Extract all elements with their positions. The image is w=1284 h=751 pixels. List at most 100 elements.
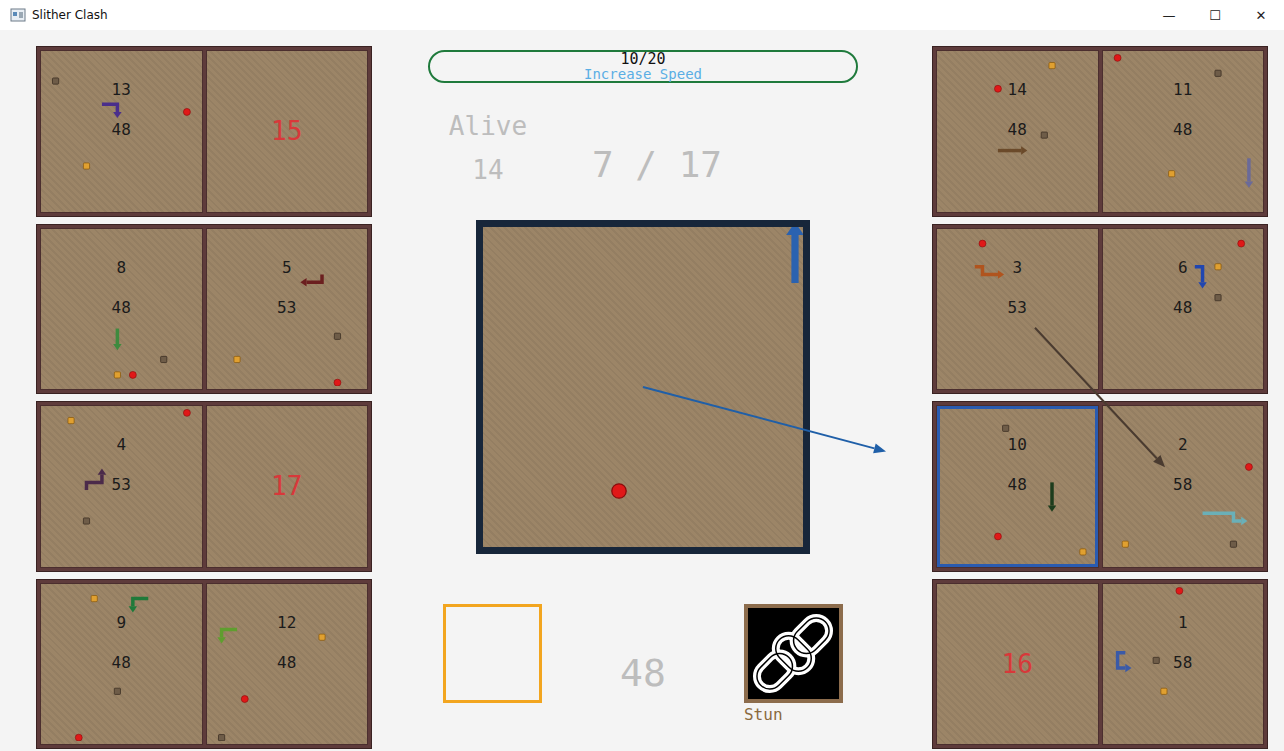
score: 7 / 17 [592,145,722,185]
apple [1245,463,1252,470]
window-title: Slither Clash [32,8,108,22]
window-control-button[interactable]: ✕ [1238,0,1284,30]
window-controls: —☐✕ [1146,0,1284,30]
player-number: 10 [1008,435,1027,455]
player-board[interactable]: 6 48 [1102,228,1265,391]
hud: 48 Stun [443,604,843,725]
player-board[interactable]: 4 53 [40,405,203,568]
player-board[interactable]: 9 48 [40,583,203,746]
rock [1041,132,1047,138]
player-board[interactable]: 14 48 [936,50,1099,213]
rock [1214,294,1220,300]
item-slot[interactable] [443,604,542,703]
snake [113,328,121,350]
apple [333,379,340,386]
chain-icon [748,608,839,699]
rock [334,333,340,339]
player-board[interactable]: 16 [936,583,1099,746]
orange-food [68,417,74,423]
snake-length: 53 [277,298,296,318]
rock [161,356,167,362]
player-board[interactable]: 13 48 [40,50,203,213]
snake [1244,158,1252,187]
board-pair: 4 5317 [36,401,372,572]
progress-value: 10/20 [620,52,665,67]
player-number: 8 [116,258,126,278]
window-control-button[interactable]: — [1146,0,1192,30]
player-board[interactable]: 8 48 [40,228,203,391]
snake [1048,482,1056,511]
snake-length: 48 [112,298,131,318]
apple [183,108,190,115]
alive-count: 14 [472,155,503,185]
player-number: 5 [282,258,292,278]
rock [52,78,58,84]
player-number: 13 [112,80,131,100]
apple [183,409,190,416]
snake-length: 58 [1173,653,1192,673]
rock [1003,425,1009,431]
orange-food [114,371,120,377]
board-pair: 8 48 5 53 [36,224,372,395]
orange-food [1214,263,1220,269]
rock [1214,70,1220,76]
orange-food [318,634,324,640]
snake-length: 48 [1008,475,1027,495]
snake [786,227,803,283]
attack-arrows [0,0,1284,751]
player-board[interactable]: 2 58 [1102,405,1265,568]
player-number: 6 [1178,258,1188,278]
app-icon [10,7,26,23]
rock [218,734,224,740]
snake-length: 48 [1008,120,1027,140]
snake-length: 48 [1173,120,1192,140]
right-boards: 14 48 11 48 3 53 6 48 10 48 2 5816 1 58 [932,46,1268,751]
apple [129,371,136,378]
alive-counter: Alive 14 [446,111,530,185]
snake [300,274,322,286]
player-number: 12 [277,613,296,633]
player-board[interactable]: 11 48 [1102,50,1265,213]
ability-button[interactable] [744,604,843,703]
player-board[interactable]: 10 48 [936,405,1099,568]
player-board[interactable]: 3 53 [936,228,1099,391]
my-board[interactable] [476,220,810,554]
snake [998,146,1027,154]
apple [994,533,1001,540]
apple [75,734,82,741]
ability[interactable]: Stun [744,604,843,725]
orange-food [1160,688,1166,694]
title-bar: Slither Clash —☐✕ [0,0,1284,30]
board-pair: 14 48 11 48 [932,46,1268,217]
player-board[interactable]: 17 [206,405,369,568]
rock [1153,657,1159,663]
speed-progress-bar: 10/20 Increase Speed [428,50,858,83]
snake-length: 48 [277,653,296,673]
orange-food [233,356,239,362]
snake [102,104,122,118]
player-number: 4 [116,435,126,455]
apple [1237,240,1244,247]
player-board[interactable]: 1 58 [1102,583,1265,746]
attack-arrow [643,387,886,453]
player-area: 10/20 Increase Speed Alive 14 7 / 17 48 … [372,46,932,751]
player-board[interactable]: 5 53 [206,228,369,391]
apple [1175,587,1182,594]
player-number: 1 [1178,613,1188,633]
orange-food [83,163,89,169]
progress-label: Increase Speed [584,67,702,81]
window-control-button[interactable]: ☐ [1192,0,1238,30]
left-boards: 13 4815 8 48 5 53 4 5317 9 48 12 48 [36,46,372,751]
player-board[interactable]: 15 [206,50,369,213]
attack-arrow [1035,328,1165,467]
board-field [483,227,803,547]
board-pair: 16 1 58 [932,579,1268,750]
board-pair: 3 53 6 48 [932,224,1268,395]
player-board[interactable]: 12 48 [206,583,369,746]
player-number: 9 [116,613,126,633]
snake [1117,652,1131,672]
snake [129,598,149,612]
snake-length: 48 [1173,298,1192,318]
snake-length: 58 [1173,475,1192,495]
game-window: Slither Clash —☐✕ 13 4815 8 48 5 53 4 53… [0,0,1284,751]
